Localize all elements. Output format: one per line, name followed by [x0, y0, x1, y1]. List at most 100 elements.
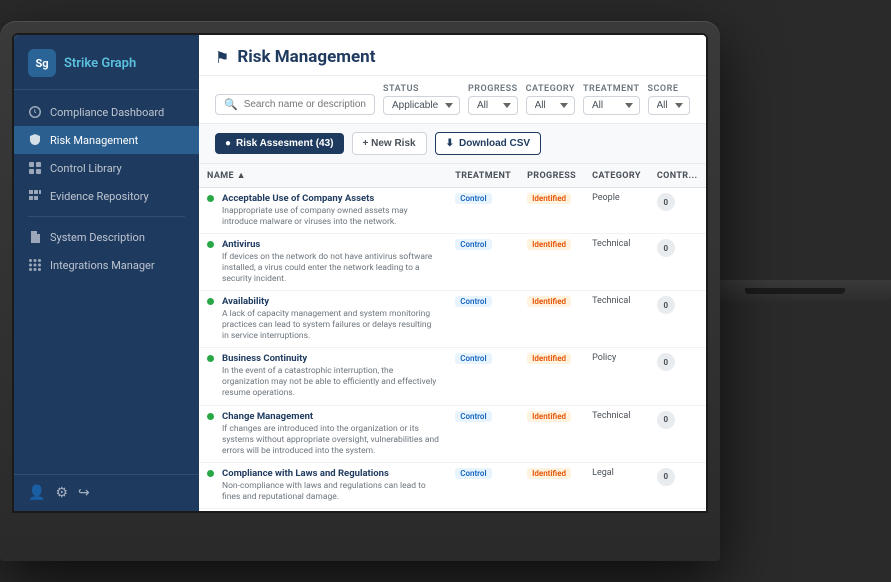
status-dot-5: [207, 470, 214, 477]
score-circle-2: 0: [657, 296, 675, 314]
status-label: STATUS: [383, 84, 460, 94]
search-icon: 🔍: [224, 98, 238, 111]
category-select[interactable]: All: [526, 96, 575, 115]
score-select[interactable]: All: [648, 96, 690, 115]
sidebar: Sg Strike Graph Compliance Dashboard: [14, 35, 199, 511]
status-dot-2: [207, 298, 214, 305]
cell-name-3: Business Continuity In the event of a ca…: [199, 348, 447, 405]
score-circle-3: 0: [657, 353, 675, 371]
name-content-4: Change Management If changes are introdu…: [222, 411, 439, 457]
cell-progress-1: Identified: [519, 234, 584, 291]
laptop-base: [700, 280, 891, 302]
status-filter-group: STATUS Applicable: [383, 84, 460, 115]
col-header-progress[interactable]: PROGRESS: [519, 164, 584, 188]
sidebar-bottom: 👤 ⚙ ↪: [14, 474, 199, 511]
sidebar-item-risk-management[interactable]: Risk Management: [14, 126, 199, 154]
settings-icon[interactable]: ⚙: [55, 485, 68, 501]
progress-badge-2: Identified: [527, 296, 571, 307]
risk-name-0[interactable]: Acceptable Use of Company Assets: [222, 193, 439, 204]
risk-desc-4: If changes are introduced into the organ…: [222, 424, 439, 456]
page-header: ⚑ Risk Management: [199, 35, 706, 76]
sidebar-label-system: System Description: [50, 231, 145, 244]
action-row: ● Risk Assesment (43) + New Risk ⬇ Downl…: [199, 124, 706, 164]
status-dot-3: [207, 355, 214, 362]
search-box[interactable]: 🔍: [215, 94, 375, 115]
sidebar-label-evidence: Evidence Repository: [50, 190, 149, 203]
risk-name-4[interactable]: Change Management: [222, 411, 439, 422]
progress-select[interactable]: All: [468, 96, 518, 115]
cell-category-6: Legal: [584, 508, 649, 511]
app-container: Sg Strike Graph Compliance Dashboard: [14, 35, 706, 511]
name-content-3: Business Continuity In the event of a ca…: [222, 353, 439, 399]
table-row[interactable]: Change Management If changes are introdu…: [199, 405, 706, 462]
cell-progress-6: Identified: [519, 508, 584, 511]
cell-score-3: 0: [649, 348, 706, 405]
logout-icon[interactable]: ↪: [78, 485, 90, 501]
name-content-5: Compliance with Laws and Regulations Non…: [222, 468, 439, 503]
cell-treatment-2: Control: [447, 291, 519, 348]
risk-name-5[interactable]: Compliance with Laws and Regulations: [222, 468, 439, 479]
cell-score-5: 0: [649, 462, 706, 508]
progress-badge-5: Identified: [527, 468, 571, 479]
risk-name-2[interactable]: Availability: [222, 296, 439, 307]
cell-name-2: Availability A lack of capacity manageme…: [199, 291, 447, 348]
laptop-screen: Sg Strike Graph Compliance Dashboard: [12, 33, 708, 513]
risk-name-1[interactable]: Antivirus: [222, 239, 439, 250]
category-label: CATEGORY: [526, 84, 575, 94]
sidebar-item-evidence-repository[interactable]: Evidence Repository: [14, 182, 199, 210]
new-risk-button[interactable]: + New Risk: [352, 132, 427, 155]
risks-table-container: NAME ▲ TREATMENT PROGRESS CATEGORY CONTR…: [199, 164, 706, 511]
name-content-0: Acceptable Use of Company Assets Inappro…: [222, 193, 439, 228]
assessment-button[interactable]: ● Risk Assesment (43): [215, 133, 344, 154]
risk-desc-1: If devices on the network do not have an…: [222, 252, 432, 284]
cell-score-4: 0: [649, 405, 706, 462]
download-button[interactable]: ⬇ Download CSV: [435, 132, 542, 155]
table-row[interactable]: Acceptable Use of Company Assets Inappro…: [199, 188, 706, 234]
risk-desc-0: Inappropriate use of company owned asset…: [222, 206, 408, 227]
table-row[interactable]: Availability A lack of capacity manageme…: [199, 291, 706, 348]
assessment-label: Risk Assesment (43): [236, 138, 333, 149]
progress-badge-0: Identified: [527, 193, 571, 204]
col-header-name[interactable]: NAME ▲: [199, 164, 447, 188]
table-header-row: NAME ▲ TREATMENT PROGRESS CATEGORY CONTR…: [199, 164, 706, 188]
sidebar-item-control-library[interactable]: Control Library: [14, 154, 199, 182]
logo-text: Strike Graph: [64, 56, 136, 71]
col-header-category[interactable]: CATEGORY: [584, 164, 649, 188]
sidebar-item-compliance-dashboard[interactable]: Compliance Dashboard: [14, 98, 199, 126]
search-input[interactable]: [244, 99, 366, 110]
grid-icon: [28, 161, 42, 175]
sidebar-item-system-description[interactable]: System Description: [14, 223, 199, 251]
col-header-treatment[interactable]: TREATMENT: [447, 164, 519, 188]
cell-score-6: 0: [649, 508, 706, 511]
table-row[interactable]: Confidentiality The inability to protect…: [199, 508, 706, 511]
cell-name-0: Acceptable Use of Company Assets Inappro…: [199, 188, 447, 234]
gauge-icon: [28, 105, 42, 119]
treatment-badge-4: Control: [455, 411, 491, 422]
risk-name-3[interactable]: Business Continuity: [222, 353, 439, 364]
assessment-icon: ●: [225, 138, 231, 149]
filters-row: 🔍 STATUS Applicable PROGRESS All: [199, 76, 706, 124]
table-row[interactable]: Business Continuity In the event of a ca…: [199, 348, 706, 405]
score-label: SCORE: [648, 84, 690, 94]
table-row[interactable]: Compliance with Laws and Regulations Non…: [199, 462, 706, 508]
treatment-badge-0: Control: [455, 193, 491, 204]
progress-badge-4: Identified: [527, 411, 571, 422]
download-label: Download CSV: [459, 138, 530, 149]
cell-score-2: 0: [649, 291, 706, 348]
sidebar-label-risk: Risk Management: [50, 134, 138, 147]
table-row[interactable]: Antivirus If devices on the network do n…: [199, 234, 706, 291]
treatment-badge-2: Control: [455, 296, 491, 307]
cell-category-3: Policy: [584, 348, 649, 405]
name-content-1: Antivirus If devices on the network do n…: [222, 239, 439, 285]
cell-progress-3: Identified: [519, 348, 584, 405]
grid-dots-icon: [28, 258, 42, 272]
score-circle-1: 0: [657, 239, 675, 257]
user-icon[interactable]: 👤: [28, 485, 45, 501]
status-dot-4: [207, 413, 214, 420]
sidebar-item-integrations-manager[interactable]: Integrations Manager: [14, 251, 199, 279]
status-select[interactable]: Applicable: [383, 96, 460, 115]
col-header-controls[interactable]: CONTR...: [649, 164, 706, 188]
download-icon: ⬇: [446, 138, 454, 149]
main-content: ⚑ Risk Management 🔍 STATUS Applic: [199, 35, 706, 511]
treatment-select[interactable]: All: [583, 96, 640, 115]
